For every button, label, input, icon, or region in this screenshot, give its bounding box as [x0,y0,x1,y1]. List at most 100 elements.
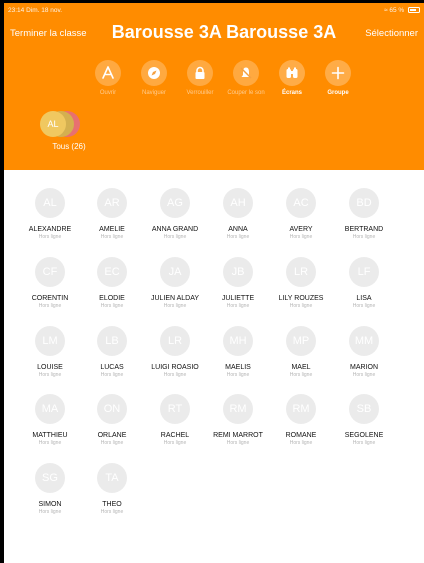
student-tile[interactable]: AH ANNA Hors ligne [207,188,269,240]
student-tile[interactable]: RT RACHEL Hors ligne [144,394,206,446]
mute-icon [233,60,259,86]
compass-icon [141,60,167,86]
student-tile[interactable]: CF CORENTIN Hors ligne [19,257,81,309]
student-status: Hors ligne [38,372,62,378]
battery-icon [408,7,420,13]
student-status: Hors ligne [38,509,62,515]
student-tile[interactable]: MA MATTHIEU Hors ligne [19,394,81,446]
status-battery: ≈ 65 % [384,7,420,14]
student-tile[interactable]: BD BERTRAND Hors ligne [333,188,395,240]
student-status: Hors ligne [163,372,187,378]
student-avatar: RM [223,394,253,424]
student-name: AVERY [289,226,313,233]
student-tile[interactable]: JB JULIETTE Hors ligne [207,257,269,309]
student-name: JULIEN ALDAY [150,295,200,302]
student-name: LILY ROUZES [278,295,324,302]
student-name: SEGOLENE [344,432,384,439]
student-name: SIMON [38,501,62,508]
student-name: ELODIE [99,295,125,302]
student-name: REMI MARROT [213,432,263,439]
student-avatar: JB [223,257,253,287]
student-tile[interactable]: MM MARION Hors ligne [333,326,395,378]
student-tile[interactable]: AC AVERY Hors ligne [270,188,332,240]
plus-icon [325,60,351,86]
student-tile[interactable]: LR LILY ROUZES Hors ligne [270,257,332,309]
group-all-label: Tous (26) [52,142,86,151]
student-tile[interactable]: AG ANNA GRAND Hors ligne [144,188,206,240]
student-avatar: RT [160,394,190,424]
lock-button[interactable]: Verrouiller [178,60,222,97]
group-label-text: Groupe [327,90,349,96]
student-avatar: ON [97,394,127,424]
student-status: Hors ligne [163,234,187,240]
open-app-icon [95,60,121,86]
lock-icon [187,60,213,86]
open-button[interactable]: Ouvrir [86,60,130,97]
group-all[interactable]: AL Tous (26) [40,111,98,157]
student-name: MATTHIEU [32,432,68,439]
student-name: MAELIS [225,364,251,371]
student-tile[interactable]: MH MAELIS Hors ligne [207,326,269,378]
mute-label: Couper le son [227,90,265,96]
student-status: Hors ligne [100,440,124,446]
student-name: LISA [356,295,372,302]
student-avatar: SB [349,394,379,424]
student-status: Hors ligne [38,234,62,240]
student-avatar: LB [97,326,127,356]
student-tile[interactable]: SG SIMON Hors ligne [19,463,81,515]
student-avatar: AG [160,188,190,218]
student-avatar: MH [223,326,253,356]
student-tile[interactable]: RM REMI MARROT Hors ligne [207,394,269,446]
student-name: BERTRAND [344,226,384,233]
student-tile[interactable]: LB LUCAS Hors ligne [81,326,143,378]
student-tile[interactable]: AR AMELIE Hors ligne [81,188,143,240]
student-avatar: LM [35,326,65,356]
student-avatar: TA [97,463,127,493]
student-status: Hors ligne [226,234,250,240]
student-name: RACHEL [160,432,190,439]
student-avatar: MA [35,394,65,424]
student-name: ANNA GRAND [151,226,199,233]
student-status: Hors ligne [163,440,187,446]
student-status: Hors ligne [100,372,124,378]
student-tile[interactable]: LR LUIGI ROASIO Hors ligne [144,326,206,378]
student-status: Hors ligne [352,372,376,378]
student-name: ROMANE [285,432,317,439]
student-avatar: MM [349,326,379,356]
student-tile[interactable]: LF LISA Hors ligne [333,257,395,309]
navigate-button[interactable]: Naviguer [132,60,176,97]
page-title: Barousse 3A Barousse 3A [111,22,337,42]
student-tile[interactable]: SB SEGOLENE Hors ligne [333,394,395,446]
group-button[interactable]: Groupe [316,60,360,97]
student-name: AMELIE [99,226,125,233]
student-status: Hors ligne [226,440,250,446]
student-avatar: JA [160,257,190,287]
student-status: Hors ligne [352,234,376,240]
student-avatar: EC [97,257,127,287]
student-name: JULIETTE [221,295,255,302]
student-status: Hors ligne [226,303,250,309]
student-tile[interactable]: AL ALEXANDRE Hors ligne [19,188,81,240]
student-tile[interactable]: TA THEO Hors ligne [81,463,143,515]
student-status: Hors ligne [163,303,187,309]
student-tile[interactable]: ON ORLANE Hors ligne [81,394,143,446]
screens-button[interactable]: Écrans [270,60,314,97]
student-tile[interactable]: EC ELODIE Hors ligne [81,257,143,309]
student-status: Hors ligne [289,372,313,378]
student-avatar: SG [35,463,65,493]
student-tile[interactable]: MP MAEL Hors ligne [270,326,332,378]
student-tile[interactable]: LM LOUISE Hors ligne [19,326,81,378]
status-time-date: 23:14 Dim. 18 nov. [8,7,63,14]
wifi-icon: ≈ [383,7,388,14]
student-status: Hors ligne [352,303,376,309]
end-class-button[interactable]: Terminer la classe [10,28,87,39]
student-name: ORLANE [97,432,127,439]
student-name: LUCAS [100,364,124,371]
student-tile[interactable]: JA JULIEN ALDAY Hors ligne [144,257,206,309]
lock-label: Verrouiller [186,90,214,96]
student-name: ALEXANDRE [28,226,72,233]
select-button[interactable]: Sélectionner [365,28,418,39]
mute-button[interactable]: Couper le son [224,60,268,97]
student-avatar: LF [349,257,379,287]
student-tile[interactable]: RM ROMANE Hors ligne [270,394,332,446]
